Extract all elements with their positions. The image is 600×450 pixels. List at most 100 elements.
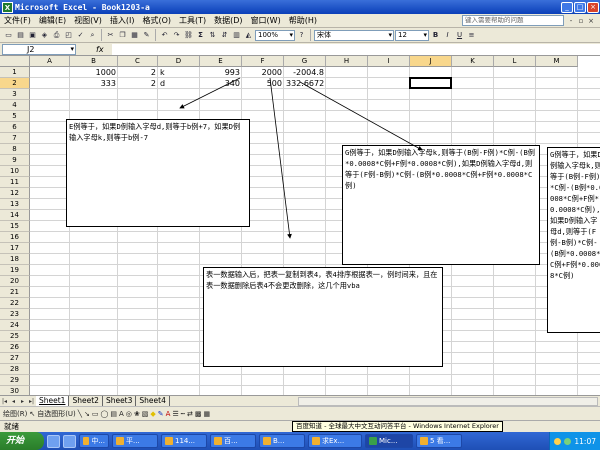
row-header-23[interactable]: 23 — [0, 309, 30, 320]
menu-tools[interactable]: 工具(T) — [175, 15, 210, 26]
task-button[interactable]: 5 看... — [416, 434, 462, 448]
horizontal-scrollbar[interactable] — [298, 396, 598, 406]
row-header-18[interactable]: 18 — [0, 254, 30, 265]
workbook-minimize-button[interactable]: - — [566, 16, 576, 26]
textbox-vba-note[interactable]: 表一数据输入后，把表一复制到表4，表4排序根据表一，例时间来，且在表一数据删除后… — [203, 267, 443, 367]
tray-icon[interactable] — [554, 437, 562, 445]
fill-color-icon[interactable]: ◆ — [150, 408, 155, 420]
column-header-k[interactable]: K — [452, 56, 494, 67]
drawing-icon[interactable]: ◭ — [243, 29, 254, 41]
cell-b2[interactable]: 333 — [70, 78, 118, 89]
row-header-9[interactable]: 9 — [0, 155, 30, 166]
undo-icon[interactable]: ↶ — [159, 29, 170, 41]
research-icon[interactable]: ⌕ — [87, 29, 98, 41]
permission-icon[interactable]: ◈ — [39, 29, 50, 41]
row-header-29[interactable]: 29 — [0, 375, 30, 386]
column-header-f[interactable]: F — [242, 56, 284, 67]
row-header-1[interactable]: 1 — [0, 67, 30, 78]
task-button[interactable]: B... — [259, 434, 305, 448]
column-header-a[interactable]: A — [30, 56, 70, 67]
prev-sheet-icon[interactable]: ◂ — [9, 398, 18, 405]
row-header-5[interactable]: 5 — [0, 111, 30, 122]
open-icon[interactable]: ▤ — [15, 29, 26, 41]
underline-button[interactable]: U — [454, 29, 465, 41]
task-button[interactable]: 平... — [112, 434, 158, 448]
row-header-27[interactable]: 27 — [0, 353, 30, 364]
sheet-tab-sheet2[interactable]: Sheet2 — [69, 396, 103, 406]
textbox-icon[interactable]: ▤ — [110, 408, 117, 420]
cell-d2[interactable]: d — [158, 78, 200, 89]
insert-function-icon[interactable]: fx — [96, 45, 104, 54]
help-search-input[interactable]: 键入需要帮助的问题 — [462, 15, 564, 26]
print-icon[interactable]: ⎙ — [51, 29, 62, 41]
cell-f1[interactable]: 2000 — [242, 67, 284, 78]
autoshapes-menu[interactable]: 自选图形(U) — [37, 408, 76, 420]
cell-f2[interactable]: 500 — [242, 78, 284, 89]
row-header-26[interactable]: 26 — [0, 342, 30, 353]
cell-d1[interactable]: k — [158, 67, 200, 78]
bold-button[interactable]: B — [430, 29, 441, 41]
close-button[interactable]: × — [587, 1, 599, 13]
cell-g2[interactable]: 332.6672 — [284, 78, 326, 89]
menu-window[interactable]: 窗口(W) — [247, 15, 285, 26]
italic-button[interactable]: I — [442, 29, 453, 41]
sheet-tab-sheet1[interactable]: Sheet1 — [36, 396, 70, 406]
column-header-e[interactable]: E — [200, 56, 242, 67]
row-header-25[interactable]: 25 — [0, 331, 30, 342]
task-button-excel[interactable]: Mic... — [365, 434, 413, 448]
sheet-tab-sheet3[interactable]: Sheet3 — [103, 396, 137, 406]
cell-e1[interactable]: 993 — [200, 67, 242, 78]
column-header-h[interactable]: H — [326, 56, 368, 67]
row-header-8[interactable]: 8 — [0, 144, 30, 155]
diagram-icon[interactable]: ◎ — [126, 408, 132, 420]
row-header-19[interactable]: 19 — [0, 265, 30, 276]
cell-c1[interactable]: 2 — [118, 67, 158, 78]
maximize-button[interactable]: □ — [574, 1, 586, 13]
minimize-button[interactable]: _ — [561, 1, 573, 13]
menu-insert[interactable]: 插入(I) — [106, 15, 139, 26]
row-header-21[interactable]: 21 — [0, 287, 30, 298]
shadow-icon[interactable]: ▩ — [195, 408, 202, 420]
next-sheet-icon[interactable]: ▸ — [18, 398, 27, 405]
cell-e2[interactable]: 340 — [200, 78, 242, 89]
last-sheet-icon[interactable]: ▸| — [27, 398, 36, 405]
copy-icon[interactable]: ❐ — [117, 29, 128, 41]
cell-b1[interactable]: 1000 — [70, 67, 118, 78]
row-header-13[interactable]: 13 — [0, 199, 30, 210]
row-header-6[interactable]: 6 — [0, 122, 30, 133]
row-header-14[interactable]: 14 — [0, 210, 30, 221]
row-header-15[interactable]: 15 — [0, 221, 30, 232]
tray-icon[interactable] — [564, 437, 572, 445]
select-all-corner[interactable] — [0, 56, 30, 67]
draw-menu[interactable]: 绘图(R) — [3, 408, 27, 420]
chart-wizard-icon[interactable]: ▥ — [231, 29, 242, 41]
line-color-icon[interactable]: ✎ — [158, 408, 164, 420]
align-left-icon[interactable]: ≡ — [466, 29, 477, 41]
row-header-16[interactable]: 16 — [0, 232, 30, 243]
row-header-7[interactable]: 7 — [0, 133, 30, 144]
row-header-3[interactable]: 3 — [0, 89, 30, 100]
menu-file[interactable]: 文件(F) — [0, 15, 35, 26]
start-button[interactable]: 开始 — [0, 432, 44, 450]
zoom-select[interactable]: 100% — [255, 29, 295, 41]
sheet-tab-sheet4[interactable]: Sheet4 — [136, 396, 170, 406]
row-header-12[interactable]: 12 — [0, 188, 30, 199]
paste-icon[interactable]: ▦ — [129, 29, 140, 41]
save-icon[interactable]: ▣ — [27, 29, 38, 41]
wordart-icon[interactable]: A — [119, 408, 124, 420]
column-header-c[interactable]: C — [118, 56, 158, 67]
row-header-24[interactable]: 24 — [0, 320, 30, 331]
spelling-icon[interactable]: ✓ — [75, 29, 86, 41]
autosum-icon[interactable]: Σ — [195, 29, 206, 41]
first-sheet-icon[interactable]: |◂ — [0, 398, 9, 405]
worksheet-grid[interactable]: A B C D E F G H I J K L M 1 2 3 4 5 6 7 8 9 10 11 12 13 14 15 16 17 18… — [0, 56, 600, 395]
quicklaunch-ie-icon[interactable] — [63, 434, 76, 448]
column-header-l[interactable]: L — [494, 56, 536, 67]
column-header-m[interactable]: M — [536, 56, 578, 67]
redo-icon[interactable]: ↷ — [171, 29, 182, 41]
row-header-10[interactable]: 10 — [0, 166, 30, 177]
title-bar[interactable]: X Microsoft Excel - Book1203-a _ □ × — [0, 0, 600, 14]
menu-data[interactable]: 数据(D) — [210, 15, 246, 26]
hyperlink-icon[interactable]: ⛓ — [183, 29, 194, 41]
oval-icon[interactable]: ◯ — [101, 408, 109, 420]
